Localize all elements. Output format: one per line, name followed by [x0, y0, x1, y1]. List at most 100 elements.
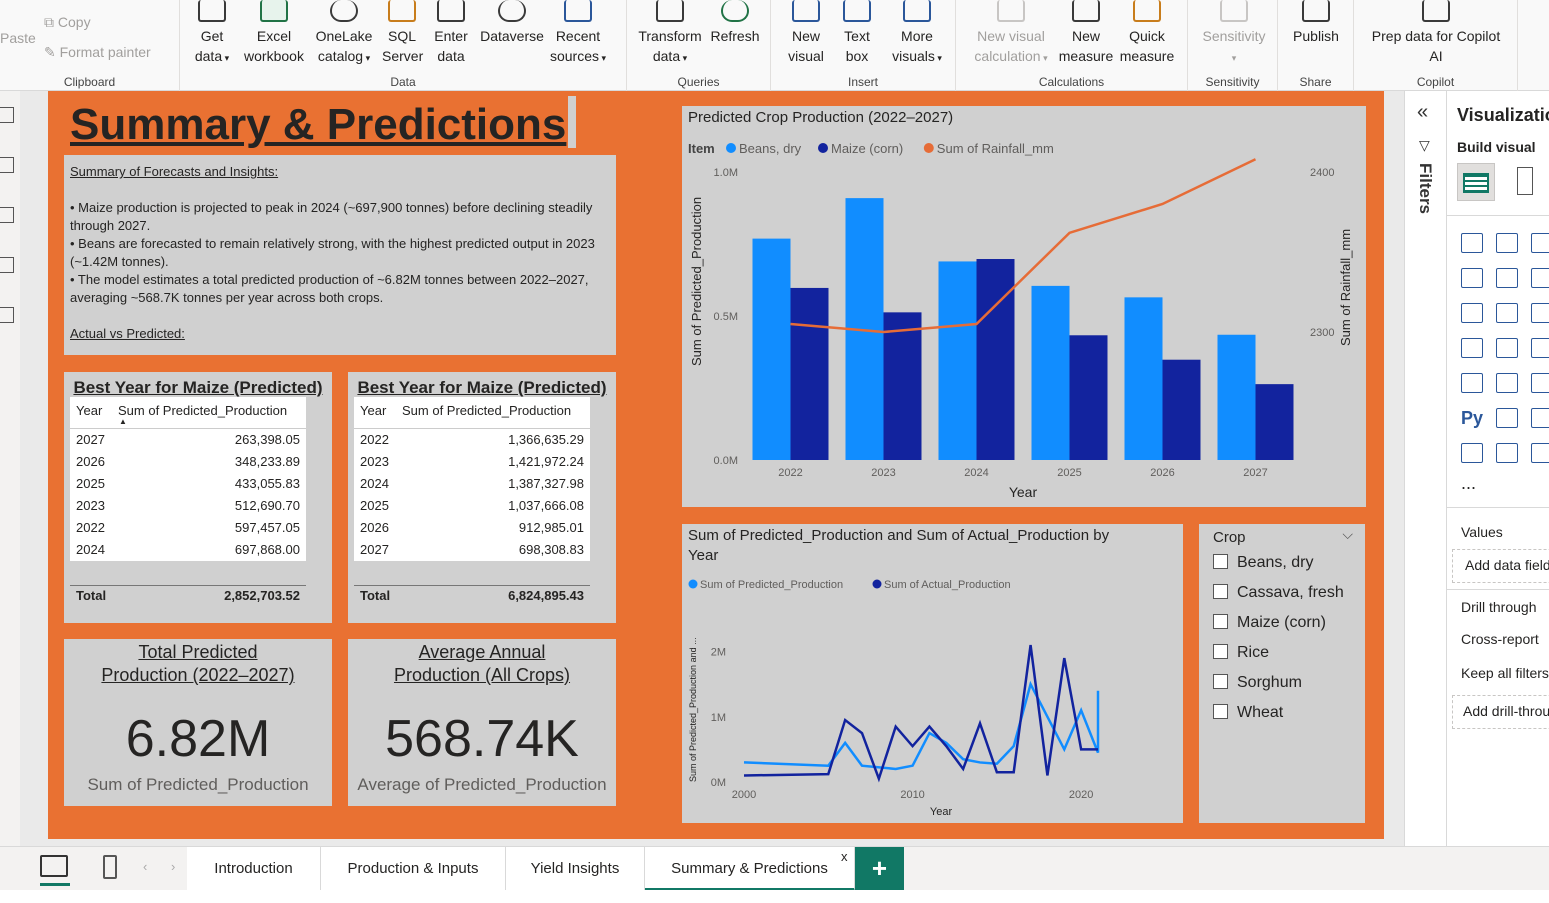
new-measure-button[interactable]: New measure	[1056, 0, 1116, 66]
line-column-icon[interactable]	[1531, 268, 1549, 288]
table-row[interactable]: 2026 348,233.89	[70, 451, 306, 473]
ribbon-chart-icon[interactable]	[1461, 303, 1483, 323]
refresh-button[interactable]: Refresh	[707, 0, 763, 46]
table-row[interactable]: 2022 597,457.05	[70, 517, 306, 539]
transform-data-button[interactable]: Transform data ▾	[637, 0, 703, 68]
table-row[interactable]: 2027 263,398.05	[70, 429, 306, 451]
sql-server-button[interactable]: SQL Server	[382, 0, 423, 66]
clustered-bar-icon[interactable]	[1531, 233, 1549, 253]
slicer-item[interactable]: Rice	[1213, 644, 1269, 662]
column-header-value[interactable]: Sum of Predicted_Production	[402, 403, 590, 428]
excel-workbook-button[interactable]: Excel workbook	[238, 0, 310, 66]
narrative-icon[interactable]	[1496, 443, 1518, 463]
filters-label[interactable]: Filters	[1415, 163, 1435, 214]
waterfall-icon[interactable]	[1496, 303, 1518, 323]
page-title[interactable]: Summary & Predictions	[70, 100, 566, 150]
chevron-left-icon[interactable]: ‹	[143, 859, 147, 874]
crop-slicer[interactable]: Crop ⌵ Beans, dry Cassava, fresh Maize (co…	[1199, 524, 1365, 823]
checkbox[interactable]	[1213, 584, 1228, 599]
onelake-catalog-button[interactable]: OneLake catalog ▾	[310, 0, 378, 68]
slicer-item[interactable]: Wheat	[1213, 704, 1283, 722]
kpi-icon[interactable]	[1496, 373, 1518, 393]
desktop-view-icon[interactable]	[40, 855, 68, 877]
tab-summary-predictions[interactable]: Summary & Predictions	[645, 847, 855, 891]
more-visuals-button[interactable]: More visuals ▾	[881, 0, 953, 68]
total-predicted-kpi-card[interactable]: Total Predicted Production (2022–2027) 6…	[64, 639, 332, 806]
map-icon[interactable]	[1496, 338, 1518, 358]
tab-introduction[interactable]: Introduction	[187, 847, 321, 891]
dataverse-button[interactable]: Dataverse	[477, 0, 547, 46]
python-visual-icon[interactable]: Py	[1461, 408, 1483, 428]
add-page-button[interactable]: +	[855, 847, 904, 891]
collapse-icon[interactable]: «	[1417, 101, 1428, 124]
tab-production-inputs[interactable]: Production & Inputs	[321, 847, 506, 891]
format-painter-button[interactable]: ✎ Format painter	[44, 44, 151, 61]
average-annual-kpi-card[interactable]: Average Annual Production (All Crops) 56…	[348, 639, 616, 806]
paginated-report-icon[interactable]	[1461, 443, 1483, 463]
key-influencers-icon[interactable]	[1496, 408, 1518, 428]
dax-query-icon[interactable]	[0, 257, 14, 273]
new-visual-button[interactable]: New visual	[785, 0, 827, 66]
chevron-down-icon[interactable]: ⌵	[1342, 526, 1353, 543]
format-visual-icon[interactable]	[1517, 167, 1533, 195]
enter-data-button[interactable]: Enter data	[430, 0, 472, 66]
card-icon[interactable]	[1461, 373, 1483, 393]
filled-map-icon[interactable]	[1531, 338, 1549, 358]
quick-measure-button[interactable]: Quick measure	[1116, 0, 1178, 66]
checkbox[interactable]	[1213, 674, 1228, 689]
stacked-column-icon[interactable]	[1496, 233, 1518, 253]
decomposition-tree-icon[interactable]	[1531, 408, 1549, 428]
sensitivity-button[interactable]: Sensitivity ▾	[1194, 0, 1274, 68]
summary-textbox[interactable]: Summary of Forecasts and Insights: • Mai…	[64, 155, 616, 355]
checkbox[interactable]	[1213, 644, 1228, 659]
table-row[interactable]: 2024 1,387,327.98	[354, 473, 590, 495]
copy-button[interactable]: ⧉ Copy	[44, 14, 91, 31]
column-header-year[interactable]: Year	[70, 403, 118, 428]
column-header-value[interactable]: Sum of Predicted_Production	[118, 403, 306, 428]
power-automate-icon[interactable]	[1531, 443, 1549, 463]
paste-button[interactable]: Paste	[0, 30, 36, 46]
mobile-view-icon[interactable]	[103, 855, 117, 879]
beans-best-year-table[interactable]: Best Year for Maize (Predicted) Year Sum…	[348, 372, 616, 623]
table-icon[interactable]	[1531, 373, 1549, 393]
treemap-icon[interactable]	[1461, 338, 1483, 358]
prep-data-copilot-button[interactable]: Prep data for Copilot AI	[1360, 0, 1512, 66]
slicer-item[interactable]: Sorghum	[1213, 674, 1302, 692]
table-row[interactable]: 2023 512,690.70	[70, 495, 306, 517]
table-row[interactable]: 2023 1,421,972.24	[354, 451, 590, 473]
close-icon[interactable]: x	[841, 849, 848, 864]
funnel-icon[interactable]	[1531, 303, 1549, 323]
checkbox[interactable]	[1213, 554, 1228, 569]
model-view-icon[interactable]	[0, 207, 14, 223]
checkbox[interactable]	[1213, 614, 1228, 629]
recent-sources-button[interactable]: Recent sources ▾	[545, 0, 611, 68]
table-row[interactable]: 2024 697,868.00	[70, 539, 306, 561]
add-data-fields-well[interactable]: Add data fields here	[1452, 549, 1549, 583]
sort-ascending-icon[interactable]: ▲	[119, 417, 127, 426]
add-drill-through-well[interactable]: Add drill-through fields here	[1452, 695, 1549, 729]
table-view-icon[interactable]	[0, 157, 14, 173]
get-data-button[interactable]: Get data ▾	[188, 0, 236, 68]
report-view-icon[interactable]	[0, 107, 14, 123]
area-chart-icon[interactable]	[1496, 268, 1518, 288]
tab-yield-insights[interactable]: Yield Insights	[506, 847, 645, 891]
new-visual-calculation-button[interactable]: New visual calculation ▾	[964, 0, 1058, 68]
line-chart-icon[interactable]	[1461, 268, 1483, 288]
column-header-year[interactable]: Year	[354, 403, 402, 428]
slicer-item[interactable]: Cassava, fresh	[1213, 584, 1344, 602]
checkbox[interactable]	[1213, 704, 1228, 719]
stacked-bar-icon[interactable]	[1461, 233, 1483, 253]
table-visual-icon[interactable]	[1457, 163, 1495, 201]
table-row[interactable]: 2025 433,055.83	[70, 473, 306, 495]
table-row[interactable]: 2027 698,308.83	[354, 539, 590, 561]
text-box-button[interactable]: Text box	[837, 0, 877, 66]
table-row[interactable]: 2026 912,985.01	[354, 517, 590, 539]
maize-best-year-table[interactable]: Best Year for Maize (Predicted) Year Sum…	[64, 372, 332, 623]
table-row[interactable]: 2022 1,366,635.29	[354, 429, 590, 451]
publish-button[interactable]: Publish	[1284, 0, 1348, 46]
more-visuals-icon[interactable]: ...	[1461, 473, 1476, 494]
table-row[interactable]: 2025 1,037,666.08	[354, 495, 590, 517]
slicer-item[interactable]: Beans, dry	[1213, 554, 1313, 572]
slicer-item[interactable]: Maize (corn)	[1213, 614, 1326, 632]
predicted-vs-actual-chart[interactable]: Sum of Predicted_Production and Sum of A…	[682, 524, 1183, 823]
